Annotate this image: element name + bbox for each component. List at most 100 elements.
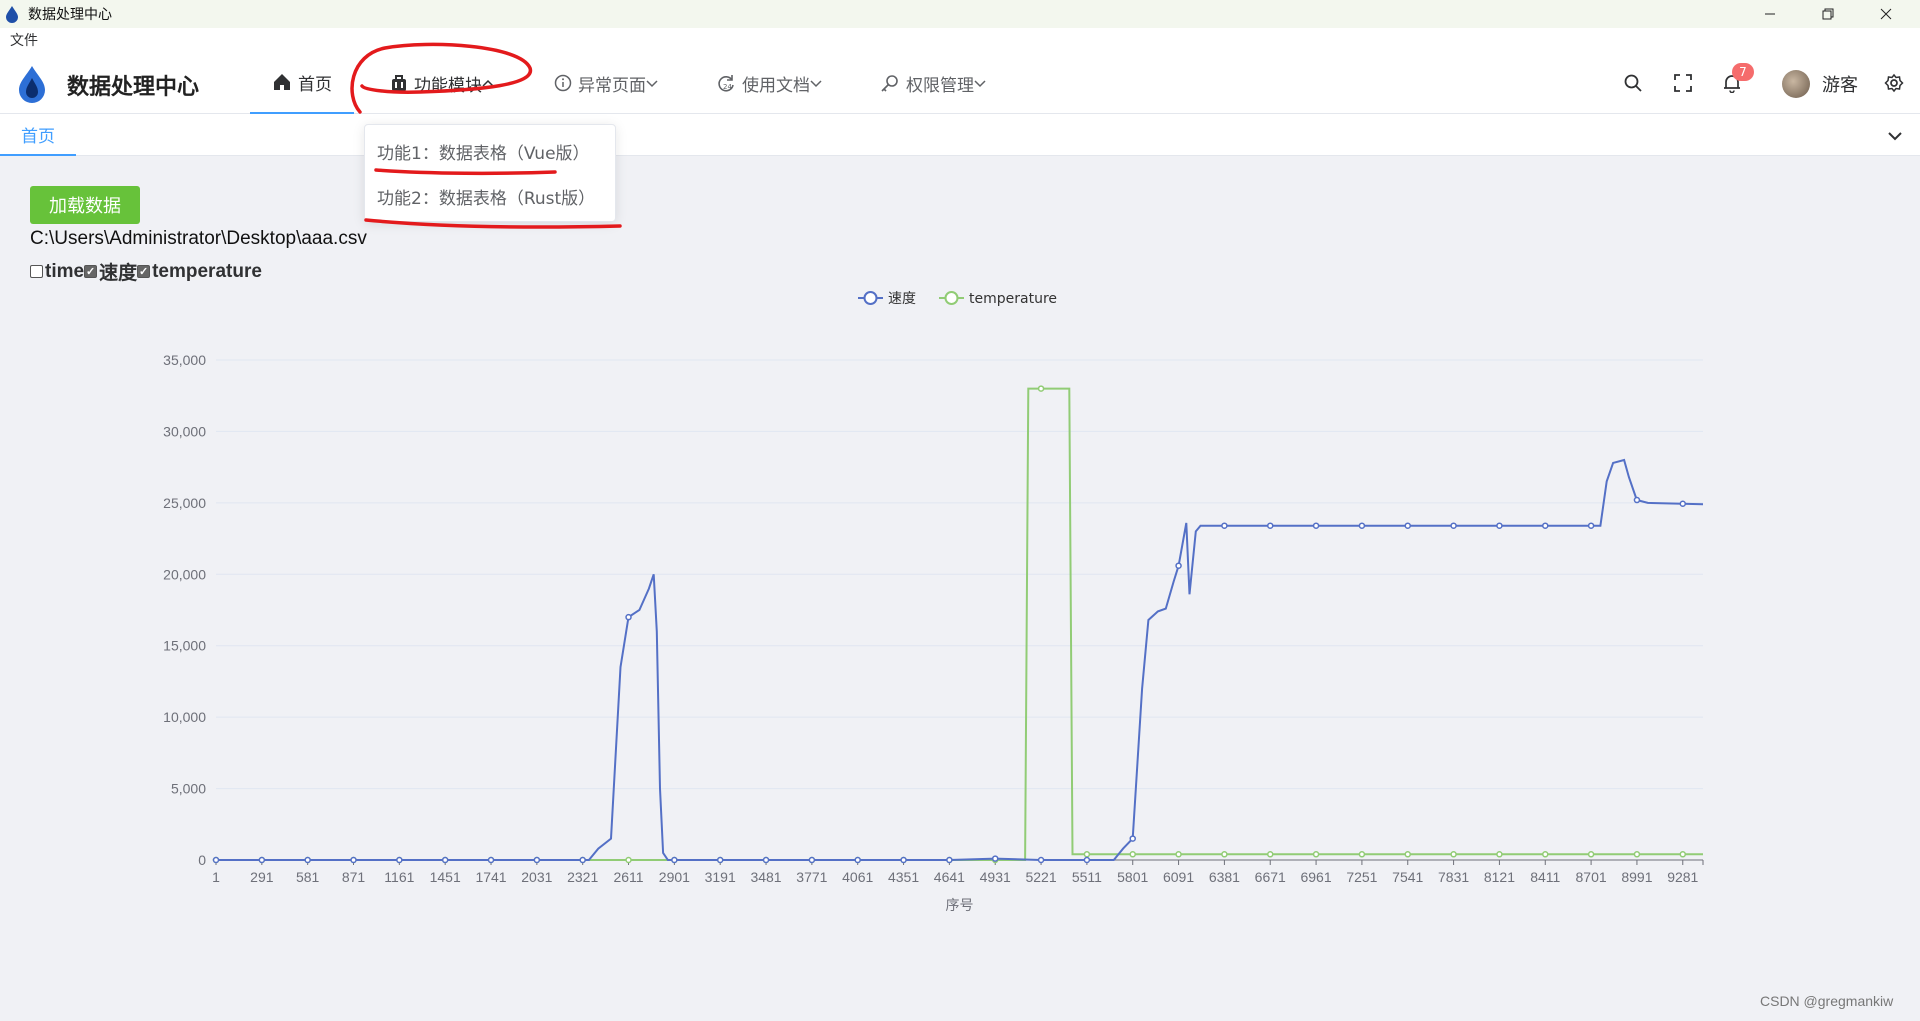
data-point: [1221, 851, 1228, 858]
data-point: [1358, 851, 1366, 858]
x-tick-label: 1741: [475, 869, 506, 885]
data-point: [671, 856, 678, 864]
data-point: [1312, 522, 1320, 529]
x-tick-label: 291: [250, 869, 274, 885]
data-point: [533, 856, 541, 864]
data-point: [625, 856, 632, 864]
data-point: [258, 856, 266, 864]
checkbox-temperature[interactable]: ✓: [137, 265, 151, 278]
checkbox-speed[interactable]: ✓: [84, 265, 98, 278]
data-point: [1450, 522, 1457, 529]
x-tick-label: 4641: [934, 869, 965, 885]
x-tick-label: 1161: [384, 869, 414, 885]
x-tick-label: 2611: [613, 869, 643, 885]
x-tick-label: 5511: [1072, 869, 1102, 885]
series-line-speed: [216, 458, 1704, 861]
checkbox-time[interactable]: [30, 265, 43, 278]
load-data-button[interactable]: 加载数据: [30, 186, 140, 224]
data-point: [900, 856, 907, 864]
x-tick-label: 2901: [659, 869, 690, 885]
x-tick-label: 871: [342, 869, 366, 885]
data-point: [487, 856, 495, 864]
data-point: [1129, 835, 1136, 842]
y-tick-label: 10,000: [163, 709, 206, 725]
x-tick-label: 2321: [567, 869, 598, 885]
x-tick-label: 3481: [750, 869, 781, 885]
data-point: [1037, 385, 1045, 392]
data-point: [396, 856, 403, 864]
data-point: [1312, 851, 1320, 858]
x-tick-label: 1451: [430, 869, 461, 885]
data-point: [1542, 522, 1549, 529]
x-tick-label: 4061: [842, 869, 873, 885]
x-tick-label: 8991: [1621, 869, 1652, 885]
data-point: [1404, 522, 1411, 529]
data-point: [1358, 522, 1366, 529]
data-point: [1633, 851, 1641, 858]
legend-marker: [863, 291, 878, 305]
x-tick-label: 9281: [1667, 869, 1698, 885]
y-tick-label: 20,000: [163, 566, 206, 582]
data-point: [1083, 851, 1091, 858]
y-tick-label: 0: [198, 852, 206, 868]
x-tick-label: 2031: [521, 869, 552, 885]
x-tick-label: 6671: [1255, 869, 1286, 885]
x-tick-label: 5221: [1025, 869, 1056, 885]
legend-label: temperature: [969, 291, 1057, 307]
data-point: [808, 856, 816, 864]
data-point: [854, 856, 861, 864]
data-point: [1175, 562, 1182, 569]
data-point: [212, 856, 220, 864]
y-tick-label: 35,000: [163, 352, 206, 368]
x-tick-label: 581: [296, 869, 320, 885]
x-tick-label: 8701: [1576, 869, 1607, 885]
y-tick-label: 25,000: [163, 495, 206, 511]
data-point: [1083, 856, 1091, 864]
x-tick-label: 1: [212, 869, 220, 885]
data-point: [946, 856, 953, 864]
x-tick-label: 3771: [796, 869, 827, 885]
data-point: [579, 856, 586, 864]
x-tick-label: 4351: [888, 869, 919, 885]
data-point: [441, 856, 449, 864]
x-tick-label: 7251: [1346, 869, 1377, 885]
data-point: [1542, 851, 1549, 858]
data-point: [991, 855, 999, 862]
data-point: [1679, 851, 1687, 858]
data-point: [1037, 856, 1045, 864]
x-tick-label: 8121: [1484, 869, 1515, 885]
file-path: C:\Users\Administrator\Desktop\aaa.csv: [30, 228, 367, 249]
data-point: [1587, 522, 1595, 529]
data-point: [1129, 851, 1136, 858]
data-point: [1266, 851, 1274, 858]
x-tick-label: 3191: [705, 869, 736, 885]
series-line-temperature: [216, 387, 1703, 861]
data-point: [1496, 522, 1503, 529]
x-tick-label: 6091: [1163, 869, 1194, 885]
watermark: CSDN @gregmankiw: [1760, 993, 1894, 1009]
x-tick-label: 5801: [1117, 869, 1148, 885]
line-chart: 0 5,000 10,000 15,000 20,000 25,000 30,000 35,0…: [163, 291, 1704, 914]
x-tick-label: 4931: [980, 869, 1011, 885]
x-axis-label: 序号: [946, 898, 974, 914]
x-tick-label: 7831: [1438, 869, 1469, 885]
x-tick-label: 8411: [1530, 869, 1560, 885]
data-point: [1679, 500, 1687, 508]
legend-label: 速度: [888, 291, 916, 307]
legend-marker: [944, 291, 959, 305]
data-point: [1266, 522, 1274, 529]
y-tick-label: 15,000: [163, 638, 206, 654]
data-point: [762, 856, 770, 864]
data-point: [1404, 851, 1411, 858]
data-point: [1633, 496, 1641, 504]
data-point: [1450, 851, 1457, 858]
x-tick-label: 6381: [1209, 869, 1240, 885]
data-point: [304, 856, 311, 864]
data-point: [1221, 522, 1228, 529]
data-point: [1587, 851, 1595, 858]
data-point: [625, 613, 632, 621]
x-tick-label: 7541: [1392, 869, 1423, 885]
data-point: [350, 856, 357, 864]
data-point: [716, 856, 724, 864]
data-point: [1496, 851, 1503, 858]
